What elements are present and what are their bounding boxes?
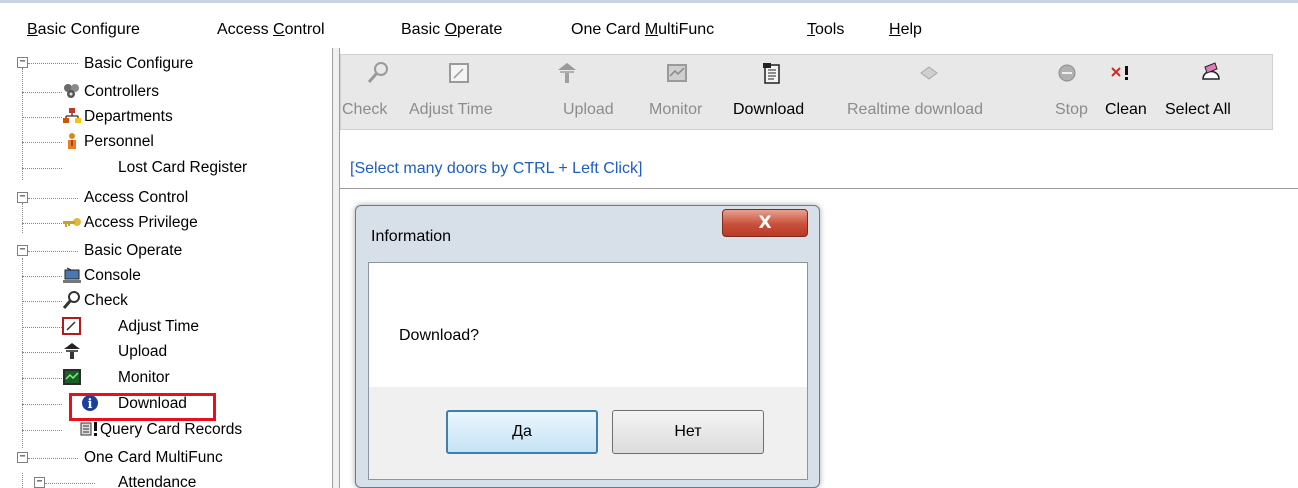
stop-icon [1058, 64, 1076, 82]
personnel-icon [68, 133, 76, 149]
collapse-basic-operate-icon[interactable]: − [17, 245, 28, 256]
tree-node-controllers[interactable]: Controllers [84, 80, 159, 104]
departments-icon [63, 108, 81, 123]
multi-select-hint: [Select many doors by CTRL + Left Click] [350, 160, 643, 177]
toolbar-select-all-button[interactable]: Select All [1157, 55, 1273, 131]
yes-button[interactable]: Да [446, 410, 598, 454]
collapse-attendance-icon[interactable]: − [34, 477, 45, 488]
download-highlight-box [69, 393, 216, 421]
menu-bar: Basic Configure Access Control Basic Ope… [0, 0, 1298, 46]
toolbar-monitor-label: Monitor [649, 101, 703, 118]
tree-node-console[interactable]: Console [84, 264, 141, 288]
toolbar-download-button[interactable]: Download [733, 55, 833, 131]
download-icon [763, 63, 780, 84]
monitor-icon [63, 369, 81, 385]
tree-node-attendance[interactable]: Attendance [118, 471, 196, 488]
toolbar-realtime-download-label: Realtime download [847, 101, 984, 118]
tree-node-basic-configure[interactable]: Basic Configure [84, 52, 193, 76]
collapse-access-control-icon[interactable]: − [17, 192, 28, 203]
controllers-icon [64, 84, 79, 98]
navigation-tree: − Basic Configure Controllers Department… [0, 48, 332, 488]
menu-basic-operate[interactable]: Basic Operate [401, 21, 502, 39]
toolbar-check-label: Check [342, 101, 388, 118]
adjust-time-icon [62, 317, 81, 335]
dialog-title: Information [371, 228, 452, 245]
check-icon [367, 62, 388, 83]
upload-icon [558, 63, 576, 83]
dialog-body: Download? Да Нет [368, 262, 808, 480]
toolbar-download-label: Download [733, 101, 805, 118]
tree-node-adjust-time[interactable]: Adjust Time [118, 315, 199, 339]
toolbar-upload-label: Upload [563, 101, 614, 118]
clean-icon [1111, 66, 1128, 80]
toolbar-select-all-label: Select All [1165, 101, 1231, 118]
menu-access-control[interactable]: Access Control [217, 21, 325, 39]
check-icon [62, 291, 80, 309]
tree-node-departments[interactable]: Departments [84, 105, 173, 129]
menu-basic-configure[interactable]: Basic Configure [27, 21, 140, 39]
tree-node-check[interactable]: Check [84, 289, 128, 313]
pane-divider [340, 188, 1298, 189]
tree-node-access-privilege[interactable]: Access Privilege [84, 211, 198, 235]
select-all-icon [1202, 62, 1220, 80]
no-button[interactable]: Нет [612, 410, 764, 454]
information-dialog: Information X Download? Да Нет [355, 205, 820, 488]
dialog-message-area: Download? [369, 263, 807, 387]
tree-node-basic-operate[interactable]: Basic Operate [84, 239, 182, 263]
menu-help[interactable]: Help [889, 21, 922, 39]
dialog-message: Download? [399, 327, 480, 344]
tree-node-personnel[interactable]: Personnel [84, 130, 154, 154]
tree-node-one-card-multifunc[interactable]: One Card MultiFunc [84, 446, 223, 470]
tree-node-upload[interactable]: Upload [118, 340, 167, 364]
tree-node-query-card-records[interactable]: Query Card Records [100, 418, 242, 442]
adjust-time-icon [449, 63, 469, 83]
toolbar-clean-button[interactable]: Clean [1093, 55, 1157, 131]
console-icon [63, 267, 81, 283]
toolbar-stop-button[interactable]: Stop [1041, 55, 1093, 131]
toolbar-stop-label: Stop [1055, 101, 1088, 118]
toolbar-monitor-button[interactable]: Monitor [609, 55, 733, 131]
close-icon: X [758, 213, 772, 233]
upload-icon [64, 343, 80, 359]
key-icon [63, 218, 81, 227]
toolbar-clean-label: Clean [1105, 101, 1147, 118]
tree-node-lost-card-register[interactable]: Lost Card Register [118, 156, 247, 180]
realtime-download-icon [920, 66, 938, 80]
monitor-icon [667, 64, 687, 82]
toolbar-adjust-time-button[interactable]: Adjust Time [399, 55, 523, 131]
dialog-close-button[interactable]: X [722, 209, 808, 237]
tree-node-monitor[interactable]: Monitor [118, 366, 170, 390]
query-records-icon [80, 422, 97, 436]
toolbar-upload-button[interactable]: Upload [523, 55, 614, 131]
collapse-basic-configure-icon[interactable]: − [17, 57, 28, 68]
collapse-one-card-multifunc-icon[interactable]: − [17, 452, 28, 463]
menu-tools[interactable]: Tools [807, 21, 844, 39]
toolbar: Check Adjust Time Upload Monitor Downloa… [340, 54, 1273, 130]
menu-one-card-multifunc[interactable]: One Card MultiFunc [571, 21, 714, 39]
pane-splitter[interactable] [332, 48, 340, 488]
toolbar-realtime-download-button[interactable]: Realtime download [833, 55, 1041, 131]
tree-node-access-control[interactable]: Access Control [84, 186, 188, 210]
toolbar-adjust-time-label: Adjust Time [409, 101, 493, 118]
toolbar-check-button[interactable]: Check [341, 55, 399, 131]
